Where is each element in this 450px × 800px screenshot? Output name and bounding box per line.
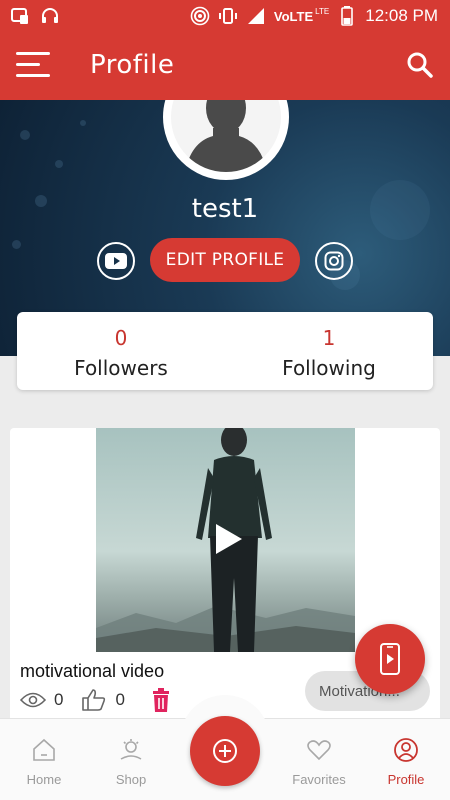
trash-icon[interactable] bbox=[151, 688, 171, 712]
status-time: 12:08 PM bbox=[365, 6, 438, 25]
nav-shop[interactable]: Shop bbox=[96, 737, 166, 787]
hotspot-icon bbox=[190, 6, 210, 26]
youtube-icon bbox=[105, 253, 127, 269]
nav-favorites-label: Favorites bbox=[292, 772, 346, 787]
status-bar: VoLTE LTE 12:08 PM bbox=[0, 0, 450, 32]
following-label: Following bbox=[282, 356, 376, 380]
nav-home[interactable]: Home bbox=[9, 737, 79, 787]
add-button[interactable] bbox=[190, 716, 260, 786]
likes-count: 0 bbox=[115, 690, 125, 709]
menu-button[interactable] bbox=[16, 52, 50, 78]
nav-profile[interactable]: Profile bbox=[371, 737, 441, 787]
upload-video-button[interactable] bbox=[355, 624, 425, 694]
vibrate-icon bbox=[218, 6, 238, 26]
headphones-icon bbox=[40, 6, 60, 26]
thumbs-up-icon[interactable] bbox=[81, 688, 107, 712]
lte-label: LTE bbox=[315, 6, 330, 16]
battery-icon bbox=[337, 6, 357, 26]
instagram-icon bbox=[324, 251, 344, 271]
stats-card: 0 Followers 1 Following bbox=[17, 312, 433, 390]
phone-video-icon bbox=[380, 643, 400, 675]
menu-icon bbox=[16, 52, 50, 55]
heart-icon bbox=[307, 740, 331, 761]
video-title: motivational video bbox=[20, 661, 165, 681]
home-icon bbox=[33, 738, 55, 761]
followers-stat[interactable]: 0 Followers bbox=[17, 326, 225, 380]
search-icon bbox=[407, 52, 433, 78]
video-thumbnail[interactable] bbox=[96, 428, 355, 652]
search-button[interactable] bbox=[406, 51, 434, 79]
user-silhouette-icon bbox=[185, 100, 267, 172]
followers-count: 0 bbox=[114, 326, 128, 350]
page-title: Profile bbox=[90, 50, 175, 80]
app-bar: Profile bbox=[0, 32, 450, 100]
nav-home-label: Home bbox=[26, 772, 62, 787]
instagram-button[interactable] bbox=[315, 242, 353, 280]
network-label: VoLTE bbox=[273, 8, 314, 24]
nav-shop-label: Shop bbox=[115, 772, 147, 787]
edit-profile-button[interactable]: EDIT PROFILE bbox=[150, 238, 300, 282]
nav-favorites[interactable]: Favorites bbox=[284, 737, 354, 787]
plus-circle-icon bbox=[213, 739, 237, 763]
following-stat[interactable]: 1 Following bbox=[225, 326, 433, 380]
youtube-button[interactable] bbox=[97, 242, 135, 280]
screenshot-icon bbox=[10, 6, 30, 26]
user-circle-icon bbox=[394, 738, 418, 762]
shop-icon bbox=[120, 739, 142, 760]
username: test1 bbox=[191, 194, 259, 224]
video-meta: 0 0 bbox=[20, 688, 171, 712]
signal-icon bbox=[246, 6, 266, 26]
avatar[interactable] bbox=[163, 100, 289, 180]
followers-label: Followers bbox=[74, 356, 168, 380]
eye-icon bbox=[20, 692, 46, 708]
play-icon bbox=[216, 524, 242, 554]
views-count: 0 bbox=[54, 690, 64, 709]
nav-profile-label: Profile bbox=[387, 772, 425, 787]
following-count: 1 bbox=[322, 326, 336, 350]
